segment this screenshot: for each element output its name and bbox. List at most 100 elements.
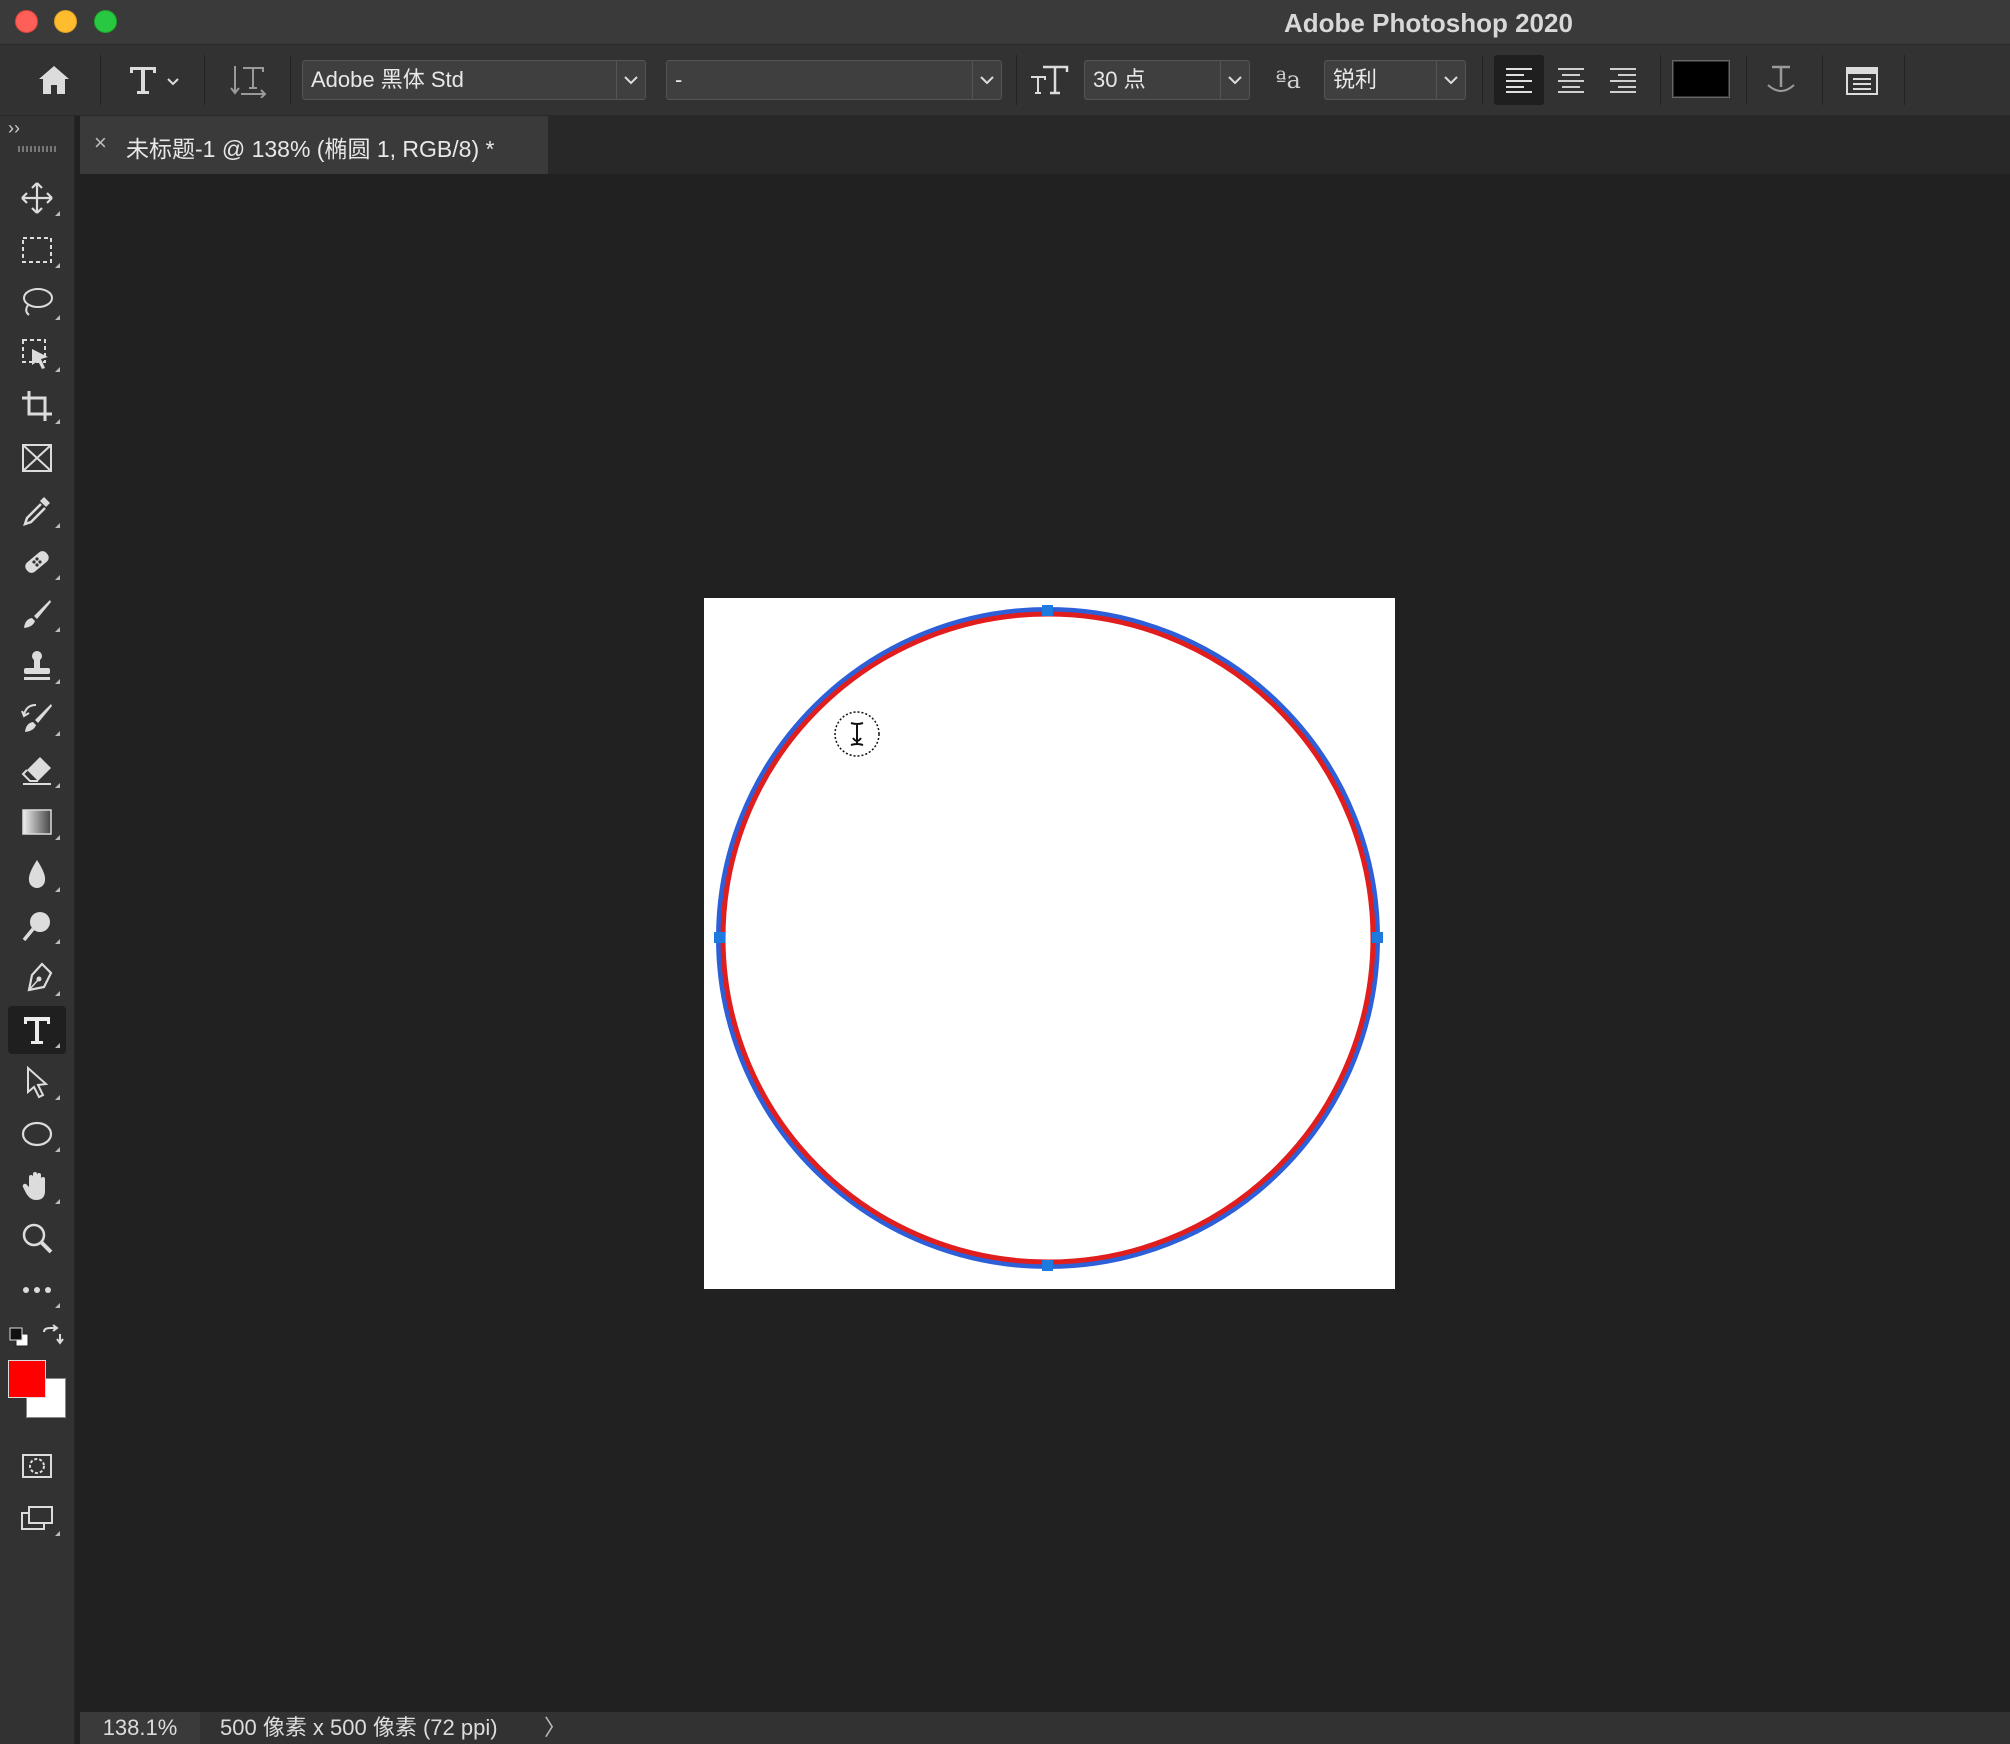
font-size-label [1026,57,1072,103]
status-bar: 138.1% 500 像素 x 500 像素 (72 ppi) 〉 [80,1712,2010,1744]
anchor-point-top[interactable] [1042,605,1053,616]
dodge-icon [22,912,50,942]
object-select-tool[interactable] [8,330,66,378]
text-color-swatch[interactable] [1672,60,1730,98]
text-color-fill [1674,62,1728,96]
chevron-down-icon [616,61,645,99]
character-panel-button[interactable] [1834,57,1890,103]
ellipse-icon [21,1121,53,1147]
warp-text-icon [1767,65,1795,92]
drop-icon [28,860,46,888]
quick-mask-icon [22,1454,52,1478]
brush-tool[interactable] [8,590,66,638]
bandage-icon [25,551,49,573]
eraser-tool[interactable] [8,746,66,794]
gradient-icon [22,809,52,835]
screen-mode-button[interactable] [8,1494,66,1542]
brush-icon [24,600,51,628]
rect-marquee-icon [22,237,52,263]
warp-text-button[interactable] [1756,57,1806,103]
type-icon [130,67,179,94]
type-on-path-cursor-icon [834,711,880,757]
crop-icon [22,391,52,421]
hand-tool[interactable] [8,1162,66,1210]
ellipse-tool[interactable] [8,1110,66,1158]
marquee-tool[interactable] [8,226,66,274]
font-size-value: 30 点 [1093,67,1146,92]
lasso-tool[interactable] [8,278,66,326]
dodge-tool[interactable] [8,902,66,950]
tools-panel: ›› [0,116,75,1744]
swap-colors-button[interactable] [40,1324,64,1348]
font-size-select[interactable]: 30 点 [1084,60,1250,100]
toggle-text-orientation-button[interactable] [224,57,274,103]
arrow-icon [27,1065,49,1099]
antialias-select[interactable]: 锐利 [1324,60,1466,100]
more-icon [23,1287,51,1293]
type-tool[interactable] [8,1006,66,1054]
align-left-icon [1506,68,1532,93]
move-tool[interactable] [8,174,66,222]
chevron-down-icon [972,61,1001,99]
anchor-point-left[interactable] [714,932,725,943]
edit-toolbar-button[interactable] [8,1266,66,1314]
ellipse-shape[interactable] [720,611,1376,1265]
eraser-icon [21,757,51,785]
collapse-toolbar-button[interactable]: ›› [8,118,20,139]
frame-tool[interactable] [8,434,66,482]
document-canvas[interactable] [704,598,1395,1289]
antialias-icon: ªa [1275,66,1301,94]
panel-toggle-icon [1846,67,1878,95]
status-menu-arrow[interactable]: 〉 [544,1712,566,1744]
frame-icon [22,444,52,472]
anchor-point-right[interactable] [1372,932,1383,943]
crop-tool[interactable] [8,382,66,430]
hand-icon [22,1172,45,1200]
font-size-icon [1031,65,1069,95]
anchor-point-bottom[interactable] [1042,1260,1053,1271]
pen-tool[interactable] [8,954,66,1002]
clone-stamp-tool[interactable] [8,642,66,690]
document-info: 500 像素 x 500 像素 (72 ppi) [220,1715,498,1740]
eyedropper-icon [23,497,50,526]
document-tab[interactable]: × 未标题-1 @ 138% (椭圆 1, RGB/8) * [80,116,548,174]
font-style-value: - [675,67,683,92]
window-maximize-button[interactable] [94,10,117,33]
eyedropper-tool[interactable] [8,486,66,534]
zoom-level-field[interactable]: 138.1% [80,1712,200,1744]
foreground-color-swatch[interactable] [8,1360,46,1398]
font-family-select[interactable]: Adobe 黑体 Std [302,60,646,100]
default-colors-icon [9,1327,29,1347]
text-orientation-icon [230,66,267,98]
document-tab-title: 未标题-1 @ 138% (椭圆 1, RGB/8) * [126,136,495,162]
align-right-icon [1610,68,1636,93]
close-tab-button[interactable]: × [94,130,107,156]
blur-tool[interactable] [8,850,66,898]
align-center-icon [1558,68,1584,93]
chevron-down-icon [1220,61,1249,99]
magnifier-icon [22,1223,53,1254]
font-family-value: Adobe 黑体 Std [311,67,464,92]
window-close-button[interactable] [15,10,38,33]
window-minimize-button[interactable] [54,10,77,33]
move-icon [21,182,53,214]
zoom-tool[interactable] [8,1214,66,1262]
quick-mask-button[interactable] [8,1442,66,1490]
chevron-down-icon [1436,61,1465,99]
align-center-button[interactable] [1546,55,1596,105]
gradient-tool[interactable] [8,798,66,846]
title-bar: Adobe Photoshop 2020 [0,0,2010,45]
default-colors-button[interactable] [8,1326,30,1348]
align-left-button[interactable] [1494,55,1544,105]
healing-brush-tool[interactable] [8,538,66,586]
history-brush-icon [21,704,52,732]
align-right-button[interactable] [1598,55,1648,105]
object-select-icon [22,339,48,369]
toolbar-grip[interactable] [18,146,56,152]
history-brush-tool[interactable] [8,694,66,742]
font-style-select[interactable]: - [666,60,1002,100]
home-button[interactable] [30,57,78,103]
path-select-tool[interactable] [8,1058,66,1106]
tool-preset-picker[interactable] [118,57,190,103]
options-bar: Adobe 黑体 Std - 30 点 ªa 锐利 [0,45,2010,116]
